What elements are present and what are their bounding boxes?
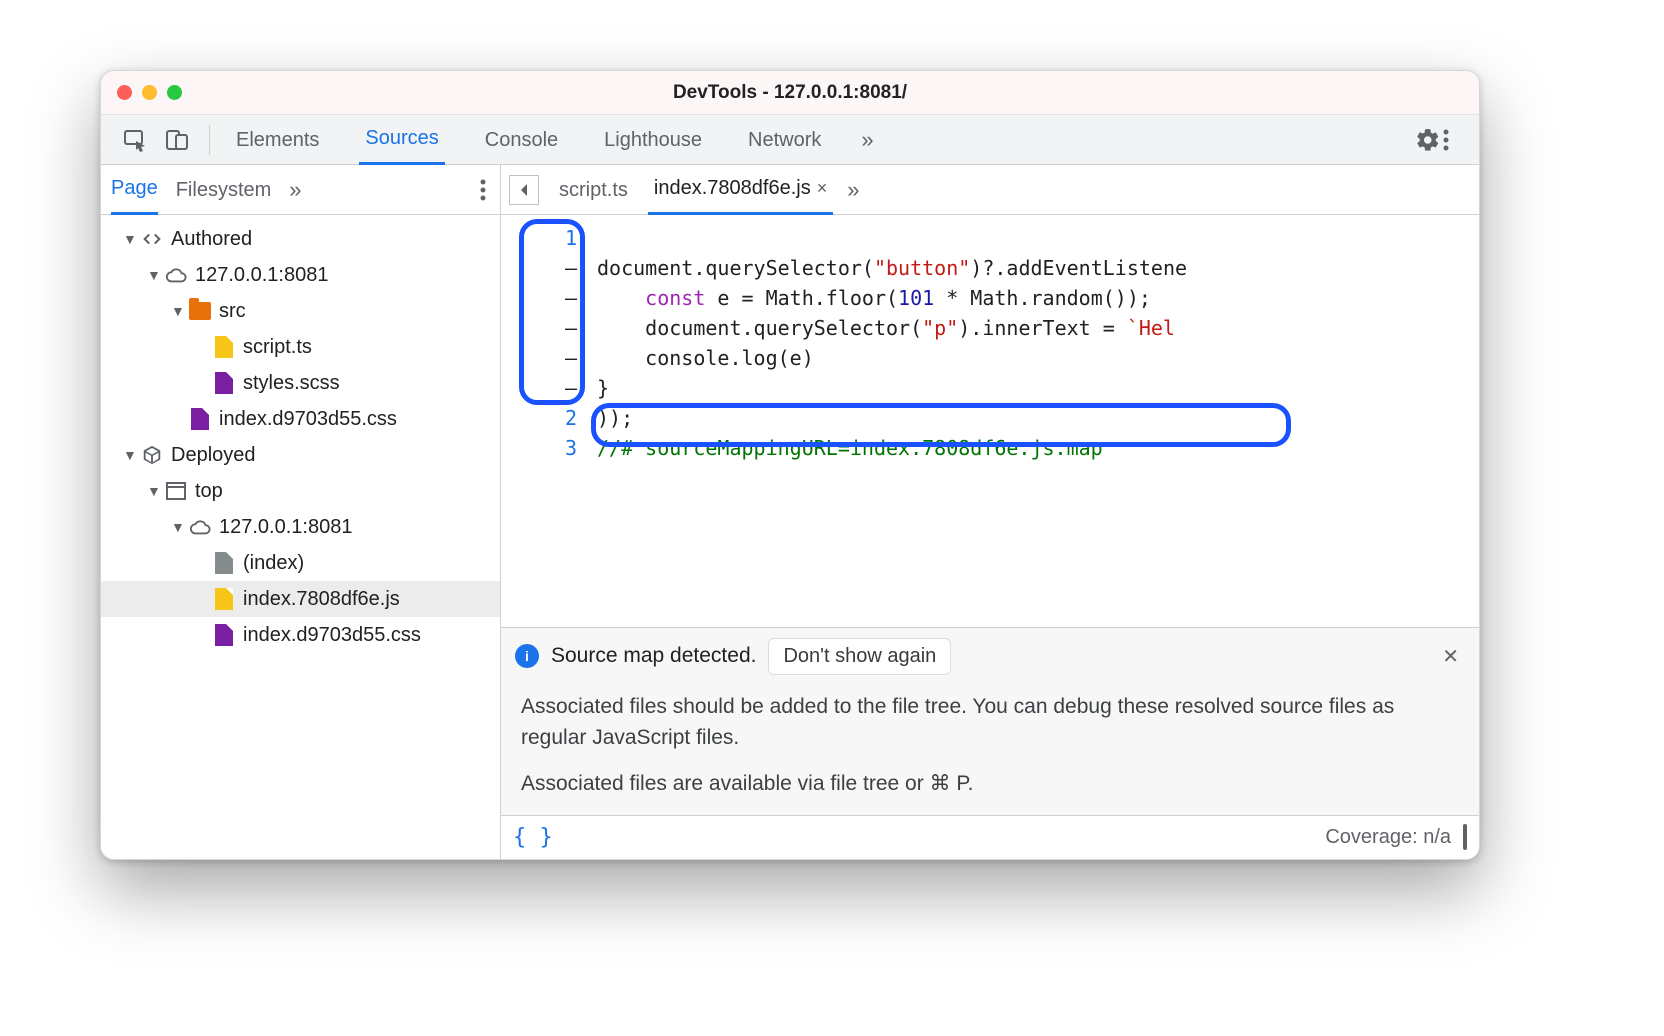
tree-group-authored[interactable]: ▼ Authored [101,221,500,257]
infobar-body: Associated files should be added to the … [501,685,1479,816]
file-tree: ▼ Authored ▼ 127.0.0.1:8081 ▼ src [101,215,500,859]
js-file-icon [213,588,235,610]
tree-file-index[interactable]: ▼ (index) [101,545,500,581]
tab-console[interactable]: Console [479,116,564,164]
navigator-tab-page[interactable]: Page [111,164,158,215]
tree-file-index-js[interactable]: ▼ index.7808df6e.js [101,581,500,617]
main-toolbar: Elements Sources Console Lighthouse Netw… [101,115,1479,165]
editor-tabbar: script.ts index.7808df6e.js × » [501,165,1479,215]
coverage-status: Coverage: n/a [1325,826,1451,849]
tree-label: src [219,300,246,323]
tab-sources[interactable]: Sources [359,114,444,165]
infobar-close-icon[interactable]: ✕ [1436,644,1465,669]
js-file-icon [213,336,235,358]
tree-file-script-ts[interactable]: ▼ script.ts [101,329,500,365]
line-number: 3 [565,433,577,463]
cube-icon [141,444,163,466]
dont-show-again-button[interactable]: Don't show again [768,638,951,675]
tree-label: top [195,480,223,503]
tree-label: 127.0.0.1:8081 [195,264,328,287]
tree-file-styles-scss[interactable]: ▼ styles.scss [101,365,500,401]
toggle-drawer-icon[interactable] [1463,826,1467,849]
info-icon: i [515,644,539,668]
tree-label: (index) [243,552,304,575]
tree-label: index.d9703d55.css [219,408,397,431]
navigator-tab-filesystem[interactable]: Filesystem [176,166,272,214]
tree-label: styles.scss [243,372,340,395]
scss-file-icon [213,372,235,394]
kebab-menu-icon[interactable] [1443,129,1471,151]
css-file-icon [189,408,211,430]
cloud-icon [165,264,187,286]
navigator-more-chevron-icon[interactable]: » [289,177,301,203]
tree-label: Deployed [171,444,256,467]
navigator-panel: Page Filesystem » ▼ Authored ▼ [101,165,501,859]
line-number: 2 [565,403,577,433]
tree-label: 127.0.0.1:8081 [219,516,352,539]
editor-status-bar: { } Coverage: n/a [501,815,1479,859]
content-area: Page Filesystem » ▼ Authored ▼ [101,165,1479,859]
editor-panel: script.ts index.7808df6e.js × » 1 – – – … [501,165,1479,859]
tree-frame-top[interactable]: ▼ top [101,473,500,509]
settings-gear-icon[interactable] [1415,127,1443,153]
tab-network[interactable]: Network [742,116,827,164]
code-icon [141,228,163,250]
navigator-tabbar: Page Filesystem » [101,165,500,215]
close-tab-icon[interactable]: × [817,164,828,212]
css-file-icon [213,624,235,646]
inspect-element-icon[interactable] [123,128,147,152]
infobar-text: Associated files should be added to the … [521,691,1459,754]
tree-host-deployed[interactable]: ▼ 127.0.0.1:8081 [101,509,500,545]
tree-host-authored[interactable]: ▼ 127.0.0.1:8081 [101,257,500,293]
line-number-gutter: 1 – – – – – 2 3 [501,215,587,627]
editor-tab-script-ts[interactable]: script.ts [553,166,634,214]
tab-elements[interactable]: Elements [230,116,325,164]
frame-icon [165,480,187,502]
folder-icon [189,300,211,322]
device-toggle-icon[interactable] [165,128,189,152]
tree-group-deployed[interactable]: ▼ Deployed [101,437,500,473]
editor-more-chevron-icon[interactable]: » [847,177,859,203]
tree-file-index-css[interactable]: ▼ index.d9703d55.css [101,617,500,653]
editor-tab-label: index.7808df6e.js [654,164,811,212]
gutter-highlight-annotation [519,219,585,405]
code-content[interactable]: document.querySelector("button")?.addEve… [587,215,1479,627]
cloud-icon [189,516,211,538]
source-map-infobar: i Source map detected. Don't show again … [501,627,1479,816]
devtools-window: DevTools - 127.0.0.1:8081/ Elements Sour… [100,70,1480,860]
code-editor[interactable]: 1 – – – – – 2 3 document.querySelector("… [501,215,1479,627]
titlebar: DevTools - 127.0.0.1:8081/ [101,71,1479,115]
tree-label: script.ts [243,336,312,359]
editor-tab-index-js[interactable]: index.7808df6e.js × [648,164,833,215]
tree-label: index.d9703d55.css [243,624,421,647]
editor-tab-label: script.ts [559,166,628,214]
tree-folder-src[interactable]: ▼ src [101,293,500,329]
tree-file-index-css-authored[interactable]: ▼ index.d9703d55.css [101,401,500,437]
tree-label: Authored [171,228,252,251]
tree-label: index.7808df6e.js [243,588,400,611]
tab-lighthouse[interactable]: Lighthouse [598,116,708,164]
infobar-title: Source map detected. [551,644,756,668]
navigator-kebab-icon[interactable] [480,179,486,201]
code-highlight-annotation [591,403,1291,447]
pretty-print-icon[interactable]: { } [513,825,553,850]
more-tabs-chevron-icon[interactable]: » [861,127,873,153]
editor-nav-back-icon[interactable] [509,175,539,205]
document-file-icon [213,552,235,574]
window-title: DevTools - 127.0.0.1:8081/ [101,82,1479,104]
infobar-text: Associated files are available via file … [521,768,1459,800]
